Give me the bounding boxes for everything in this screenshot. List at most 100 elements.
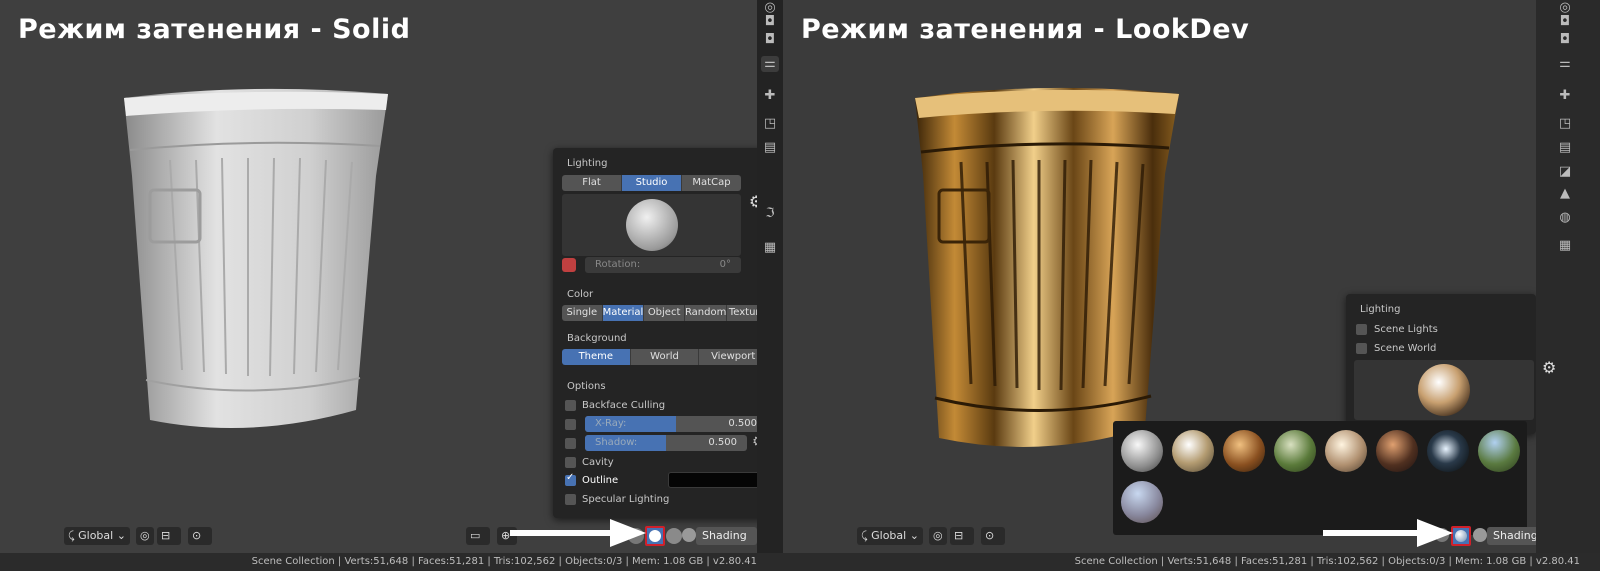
specular-lighting-checkbox[interactable] [565, 494, 576, 505]
transform-orientation-icon: ⤹ [68, 529, 75, 542]
object-icon[interactable]: ℑ [761, 206, 779, 222]
hdri-item[interactable] [1274, 430, 1316, 472]
hdri-item[interactable] [1478, 430, 1520, 472]
lookdev-shading-icon-active[interactable] [1451, 526, 1471, 546]
camera-icon-2[interactable]: ◘ [1556, 32, 1574, 48]
world-space-light-icon[interactable] [562, 258, 576, 272]
pointer-arrow-right [1323, 519, 1453, 547]
world-icon[interactable]: ▤ [1556, 140, 1574, 156]
right-status-text: Scene Collection | Verts:51,648 | Faces:… [1074, 556, 1580, 567]
modifier-icon[interactable]: ✚ [1556, 88, 1574, 104]
material-icon[interactable]: ◪ [1556, 164, 1574, 180]
color-material-button[interactable]: Material [602, 305, 645, 321]
left-heading: Режим затенения - Solid [18, 14, 411, 45]
pointer-arrow [510, 519, 646, 547]
lookdev-popover-gear-icon[interactable]: ⚙ [1542, 358, 1556, 377]
scene-world-label: Scene World [1374, 343, 1437, 354]
options-heading: Options [567, 381, 606, 392]
color-heading: Color [567, 289, 594, 300]
lighting-flat-button[interactable]: Flat [562, 175, 622, 191]
left-status-bar: Scene Collection | Verts:51,648 | Faces:… [0, 553, 783, 571]
lookdev-lighting-heading: Lighting [1360, 304, 1401, 315]
xray-checkbox[interactable] [565, 419, 576, 430]
scene-icon[interactable]: ◳ [761, 116, 779, 132]
orientation-dropdown[interactable]: ⤹ Global ⌄ [64, 527, 130, 545]
constraint-icon[interactable]: ▦ [761, 240, 779, 256]
hdri-picker [1113, 421, 1527, 535]
hdri-item[interactable] [1325, 430, 1367, 472]
camera-icon[interactable]: ◘ [1556, 14, 1574, 30]
studio-light-preview[interactable] [562, 194, 741, 256]
rendered-shading-icon[interactable] [1473, 528, 1487, 542]
shading-dropdown[interactable]: Shading ⌄ [696, 527, 757, 560]
pivot-icon[interactable]: ◎ [929, 527, 947, 545]
background-heading: Background [567, 333, 627, 344]
viewport-lookdev[interactable]: Режим затенения - LookDev Lighting Scene… [783, 0, 1556, 571]
scene-lights-label: Scene Lights [1374, 324, 1438, 335]
trash-bin-lookdev [915, 87, 1179, 447]
camera-icon-2[interactable]: ◘ [761, 32, 779, 48]
shadow-checkbox[interactable] [565, 438, 576, 449]
outline-color-swatch[interactable] [668, 472, 767, 488]
hdri-item[interactable] [1376, 430, 1418, 472]
right-pane: Режим затенения - LookDev Lighting Scene… [783, 0, 1600, 571]
left-status-text: Scene Collection | Verts:51,648 | Faces:… [251, 556, 757, 567]
camera-icon[interactable]: ◘ [761, 14, 779, 30]
scene-icon[interactable]: ◳ [1556, 116, 1574, 132]
world-icon[interactable]: ▤ [761, 140, 779, 156]
tool-settings-icon[interactable]: ⚌ [761, 56, 779, 72]
pivot-icon[interactable]: ◎ [136, 527, 154, 545]
shadow-slider[interactable]: Shadow: 0.500 [585, 435, 747, 451]
trash-bin-solid [124, 88, 388, 428]
proportional-edit-icon[interactable]: ⊙ [981, 527, 1005, 545]
color-random-button[interactable]: Random [684, 305, 728, 321]
scene-lights-checkbox[interactable] [1356, 324, 1367, 335]
tool-settings-icon[interactable]: ⚌ [1556, 56, 1574, 72]
hdri-preview[interactable] [1354, 360, 1534, 420]
right-properties-sidebar: ◎ ◘ ◘ ⚌ ✚ ◳ ▤ ◪ ▲ ◍ ▦ [1536, 0, 1600, 553]
hdri-item[interactable] [1121, 430, 1163, 472]
outline-label: Outline [582, 475, 619, 486]
lookdev-popover: Lighting Scene Lights Scene World [1346, 294, 1536, 434]
view-object-types-icon[interactable]: ▭ [466, 527, 490, 545]
snap-icon[interactable]: ⊟ [157, 527, 181, 545]
object-data-icon[interactable]: ▲ [1556, 186, 1574, 202]
rendered-shading-icon[interactable] [682, 528, 696, 542]
orientation-dropdown-right[interactable]: ⤹ Global ⌄ [857, 527, 923, 545]
lighting-heading: Lighting [567, 158, 608, 169]
cavity-checkbox[interactable] [565, 457, 576, 468]
lighting-studio-button[interactable]: Studio [622, 175, 682, 191]
transform-orientation-icon: ⤹ [861, 529, 868, 542]
outline-checkbox[interactable] [565, 472, 576, 486]
modifier-icon[interactable]: ✚ [761, 88, 779, 104]
scene-world-checkbox[interactable] [1356, 343, 1367, 354]
hdri-item[interactable] [1121, 481, 1163, 523]
sphere-preview-icon [626, 199, 678, 251]
color-single-button[interactable]: Single [562, 305, 603, 321]
background-theme-button[interactable]: Theme [562, 349, 631, 365]
hdri-item[interactable] [1172, 430, 1214, 472]
left-pane: Режим затенения - Solid Lighting Flat St… [0, 0, 783, 571]
texture-icon[interactable]: ▦ [1556, 238, 1574, 254]
specular-lighting-label: Specular Lighting [582, 494, 670, 505]
proportional-edit-icon[interactable]: ⊙ [188, 527, 212, 545]
background-world-button[interactable]: World [630, 349, 700, 365]
background-segment: Theme World Viewport [562, 349, 767, 365]
lighting-matcap-button[interactable]: MatCap [682, 175, 741, 191]
backface-culling-checkbox[interactable] [565, 400, 576, 411]
lookdev-shading-icon[interactable] [666, 528, 682, 544]
hdri-item[interactable] [1427, 430, 1469, 472]
solid-shading-icon[interactable] [645, 526, 665, 546]
world-globe-icon[interactable]: ◍ [1556, 210, 1574, 226]
right-heading: Режим затенения - LookDev [801, 14, 1250, 45]
right-status-bar: Scene Collection | Verts:51,648 | Faces:… [783, 553, 1600, 571]
snap-icon[interactable]: ⊟ [950, 527, 974, 545]
rotation-field[interactable]: Rotation: 0° [585, 257, 741, 273]
hdri-item[interactable] [1223, 430, 1265, 472]
color-object-button[interactable]: Object [644, 305, 685, 321]
shading-popover: Lighting Flat Studio MatCap Rotation: 0°… [553, 148, 769, 518]
lighting-segment: Flat Studio MatCap [562, 175, 741, 191]
hdri-preview-sphere-icon [1418, 364, 1470, 416]
xray-slider[interactable]: X-Ray: 0.500 [585, 416, 767, 432]
viewport-solid[interactable]: Режим затенения - Solid Lighting Flat St… [0, 0, 769, 571]
